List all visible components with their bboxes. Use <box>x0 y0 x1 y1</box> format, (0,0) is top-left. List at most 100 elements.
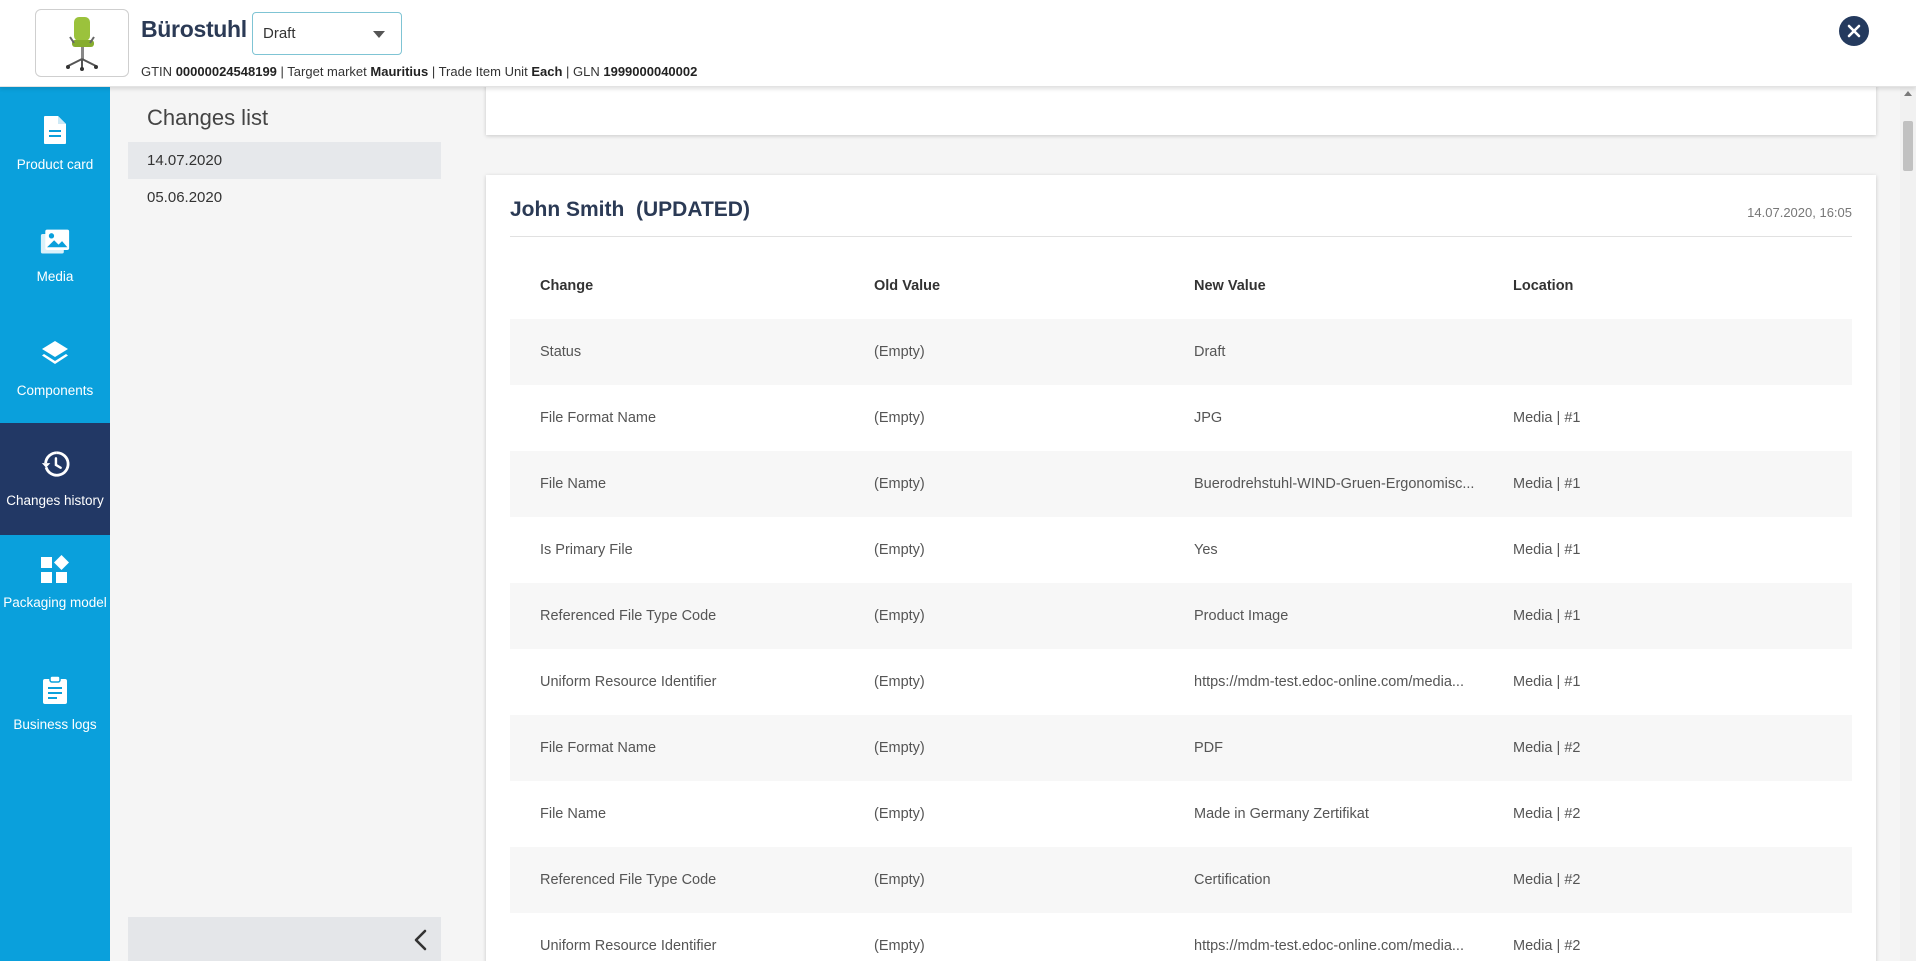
table-row: File Format Name (Empty) JPG Media | #1 <box>510 385 1852 451</box>
cell-location: Media | #2 <box>1513 872 1581 888</box>
gtin-label: GTIN <box>141 64 173 79</box>
table-header: Change Old Value New Value Location <box>510 253 1852 319</box>
changes-list-item-selected[interactable]: 14.07.2020 <box>128 142 441 179</box>
cell-location <box>1513 319 1813 385</box>
change-timestamp: 14.07.2020, 16:05 <box>1747 205 1852 220</box>
table-row: File Name (Empty) Made in Germany Zertif… <box>510 781 1852 847</box>
change-entry-header: John Smith (UPDATED) 14.07.2020, 16:05 <box>510 175 1852 237</box>
cell-new-value: JPG <box>1194 410 1223 426</box>
nav-item-changes-history[interactable]: Changes history <box>0 423 110 535</box>
trade-item-unit-label: | Trade Item Unit <box>431 64 528 79</box>
cell-new-value: Buerodrehstuhl-WIND-Gruen-Ergonomisc... <box>1194 476 1475 492</box>
change-author: John Smith (UPDATED) <box>510 198 750 221</box>
vertical-scrollbar[interactable] <box>1900 87 1916 961</box>
gln-label: | GLN <box>566 64 600 79</box>
column-header-old-value: Old Value <box>874 278 941 294</box>
changes-list-title: Changes list <box>147 105 269 130</box>
table-row: Referenced File Type Code (Empty) Produc… <box>510 583 1852 649</box>
cell-old-value: (Empty) <box>874 674 925 690</box>
cell-old-value: (Empty) <box>874 476 925 492</box>
cell-new-value: https://mdm-test.edoc-online.com/media..… <box>1194 938 1464 954</box>
close-button[interactable] <box>1839 16 1869 46</box>
column-header-change: Change <box>540 278 594 294</box>
changes-detail-area: John Smith (UPDATED) 14.07.2020, 16:05 C… <box>462 87 1900 961</box>
cell-old-value: (Empty) <box>874 872 925 888</box>
nav-item-product-card[interactable]: Product card <box>0 87 110 199</box>
collapse-panel-button[interactable] <box>128 917 441 961</box>
images-icon <box>40 227 70 257</box>
status-dropdown[interactable]: Draft <box>252 12 402 55</box>
nav-item-components[interactable]: Components <box>0 311 110 423</box>
scroll-up-arrow-icon[interactable] <box>1904 91 1912 96</box>
column-header-new-value: New Value <box>1194 278 1266 294</box>
nav-item-label: Media <box>36 269 74 284</box>
nav-item-label: Components <box>16 383 94 398</box>
cell-change: Uniform Resource Identifier <box>540 674 717 690</box>
side-navigation: Product card Media Components Changes hi… <box>0 87 110 961</box>
cell-old-value: (Empty) <box>874 938 925 954</box>
nav-item-packaging-model[interactable]: Packaging model <box>0 535 110 647</box>
changes-list-item[interactable]: 05.06.2020 <box>128 179 441 216</box>
cell-new-value: Product Image <box>1194 608 1289 624</box>
trade-item-unit-value: Each <box>531 64 563 79</box>
product-meta-line: GTIN 00000024548199 | Target market Maur… <box>141 64 697 79</box>
cell-change: Referenced File Type Code <box>540 872 717 888</box>
cell-old-value: (Empty) <box>874 344 925 360</box>
table-row: Status (Empty) Draft <box>510 319 1852 385</box>
header: Bürostuhl Draft GTIN 00000024548199 | Ta… <box>0 0 1916 87</box>
nav-item-label: Product card <box>16 157 94 172</box>
status-dropdown-value: Draft <box>263 25 296 42</box>
chevron-left-icon <box>414 929 427 951</box>
table-row: Is Primary File (Empty) Yes Media | #1 <box>510 517 1852 583</box>
target-market-label: | Target market <box>280 64 367 79</box>
nav-item-media[interactable]: Media <box>0 199 110 311</box>
cell-new-value: Made in Germany Zertifikat <box>1194 806 1369 822</box>
target-market-value: Mauritius <box>370 64 429 79</box>
cell-old-value: (Empty) <box>874 542 925 558</box>
nav-item-label: Packaging model <box>3 595 107 610</box>
cell-change: File Format Name <box>540 740 657 756</box>
scrollbar-thumb[interactable] <box>1903 121 1913 171</box>
table-row: Uniform Resource Identifier (Empty) http… <box>510 649 1852 715</box>
changes-table: Change Old Value New Value Location Stat… <box>510 253 1852 961</box>
cell-location: Media | #2 <box>1513 938 1581 954</box>
cell-change: Referenced File Type Code <box>540 608 717 624</box>
nav-item-business-logs[interactable]: Business logs <box>0 647 110 759</box>
cell-new-value: Yes <box>1194 542 1218 558</box>
table-row: File Name (Empty) Buerodrehstuhl-WIND-Gr… <box>510 451 1852 517</box>
product-thumbnail[interactable] <box>35 9 129 77</box>
cell-change: File Name <box>540 806 607 822</box>
cell-old-value: (Empty) <box>874 806 925 822</box>
cell-change: Is Primary File <box>540 542 633 558</box>
office-chair-image <box>66 17 98 71</box>
change-entry-card: John Smith (UPDATED) 14.07.2020, 16:05 C… <box>486 175 1876 961</box>
table-row: Uniform Resource Identifier (Empty) http… <box>510 913 1852 961</box>
changes-list-panel: Changes list 14.07.2020 05.06.2020 <box>110 87 462 961</box>
column-header-location: Location <box>1513 278 1574 294</box>
chevron-down-icon <box>373 31 385 38</box>
document-icon <box>40 115 70 145</box>
cell-new-value: Draft <box>1194 344 1226 360</box>
cell-location: Media | #1 <box>1513 410 1581 426</box>
cell-new-value: Certification <box>1194 872 1271 888</box>
previous-change-card <box>486 87 1876 135</box>
product-title: Bürostuhl <box>141 16 247 42</box>
table-row: File Format Name (Empty) PDF Media | #2 <box>510 715 1852 781</box>
cell-change: File Format Name <box>540 410 657 426</box>
cell-location: Media | #1 <box>1513 608 1581 624</box>
history-icon <box>40 449 70 479</box>
widgets-icon <box>40 555 70 585</box>
cell-new-value: https://mdm-test.edoc-online.com/media..… <box>1194 674 1464 690</box>
nav-item-label: Changes history <box>6 493 104 508</box>
close-icon <box>1847 24 1861 38</box>
cell-new-value: PDF <box>1194 740 1223 756</box>
cell-change: File Name <box>540 476 607 492</box>
cell-location: Media | #2 <box>1513 806 1581 822</box>
clipboard-icon <box>40 675 70 705</box>
layers-icon <box>40 339 70 369</box>
cell-location: Media | #1 <box>1513 674 1581 690</box>
cell-location: Media | #2 <box>1513 740 1581 756</box>
cell-change: Status <box>540 344 582 360</box>
cell-old-value: (Empty) <box>874 608 925 624</box>
cell-change: Uniform Resource Identifier <box>540 938 717 954</box>
